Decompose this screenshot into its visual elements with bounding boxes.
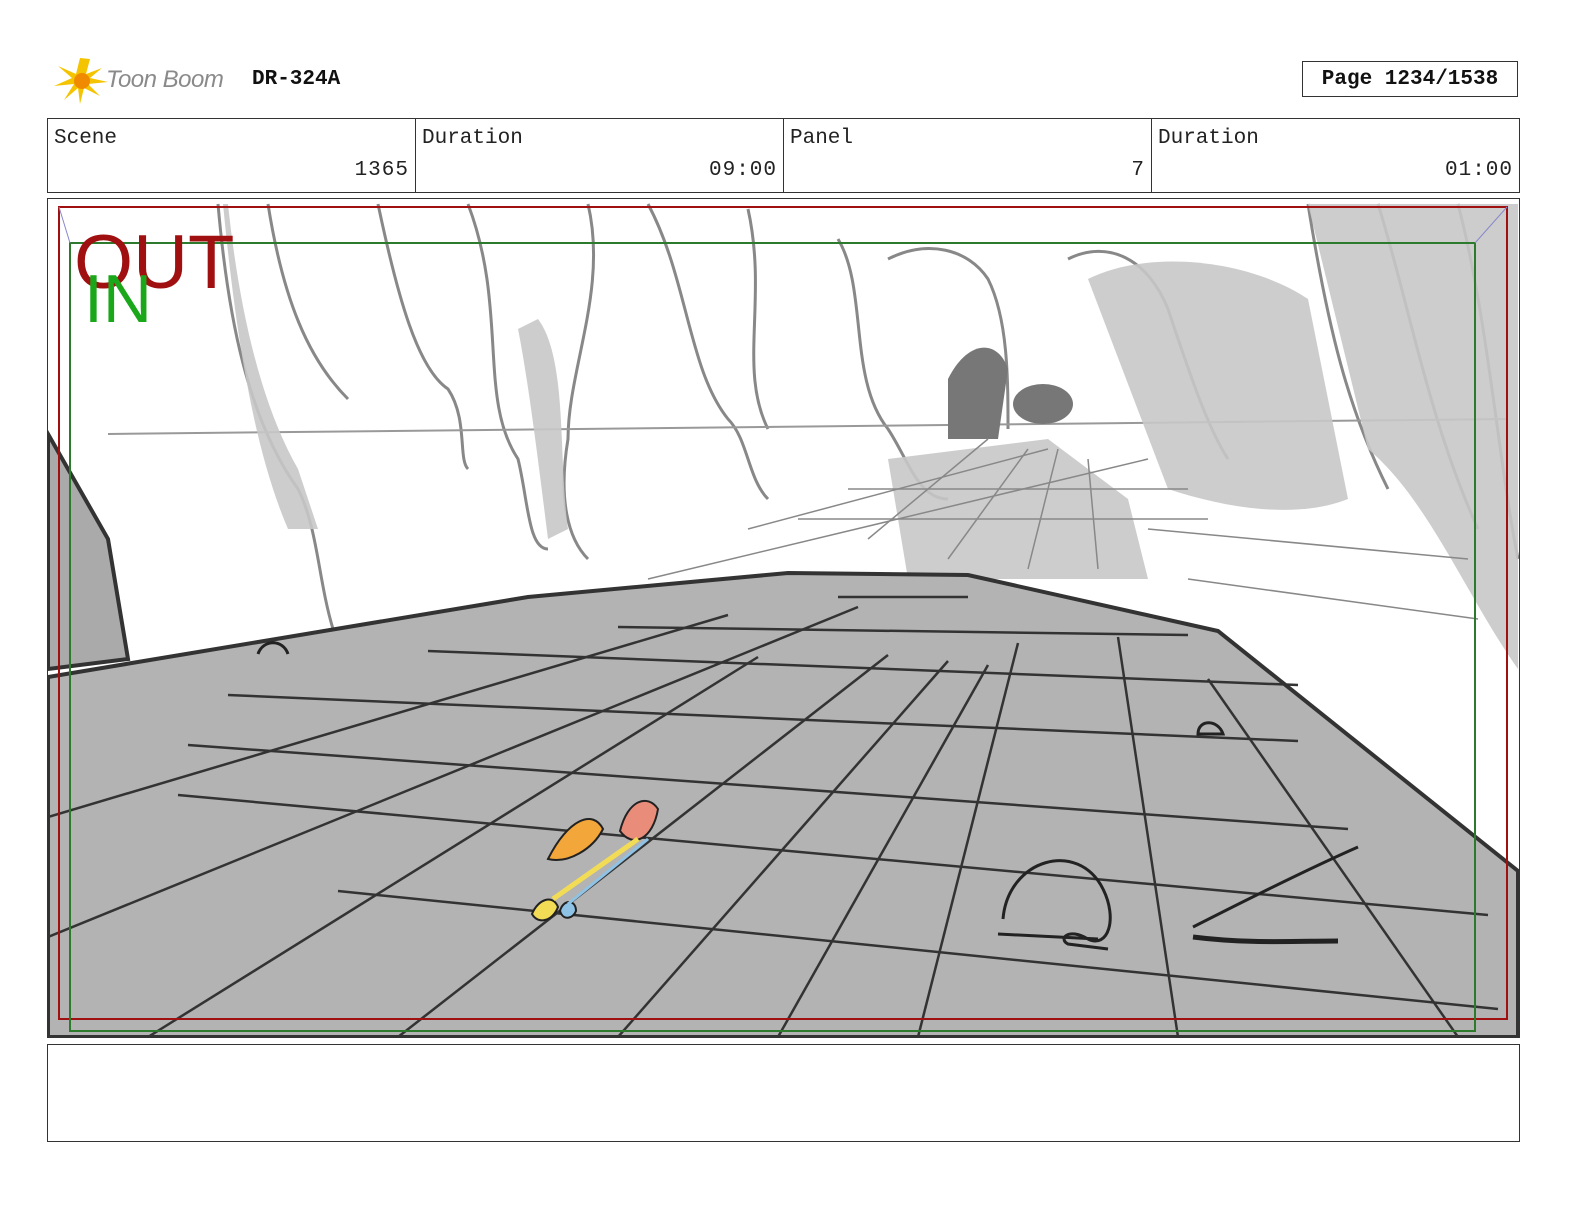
panel-cell: Panel 7 xyxy=(784,119,1152,192)
production-code: DR-324A xyxy=(252,68,341,91)
panel-value: 7 xyxy=(1131,159,1145,182)
panel-sketch xyxy=(48,203,1519,1037)
storyboard-panel: OUT IN xyxy=(47,198,1520,1038)
toon-boom-logo: Toon Boom xyxy=(50,56,250,106)
brand-name: Toon Boom xyxy=(106,66,224,93)
page-counter: Page 1234/1538 xyxy=(1302,61,1518,97)
scene-cell: Scene 1365 xyxy=(48,119,416,192)
panel-duration-cell: Duration 01:00 xyxy=(1152,119,1519,192)
page-header: Toon Boom DR-324A Page 1234/1538 xyxy=(48,56,1520,106)
scene-label: Scene xyxy=(54,127,118,150)
panel-label: Panel xyxy=(790,127,854,150)
starburst-icon xyxy=(54,58,108,104)
scene-duration-value: 09:00 xyxy=(708,159,777,182)
panel-duration-label: Duration xyxy=(1158,127,1259,150)
scene-duration-cell: Duration 09:00 xyxy=(416,119,784,192)
in-frame-label: IN xyxy=(84,261,152,337)
scene-value: 1365 xyxy=(354,159,409,182)
scene-duration-label: Duration xyxy=(422,127,523,150)
panel-duration-value: 01:00 xyxy=(1444,159,1513,182)
scene-info-table: Scene 1365 Duration 09:00 Panel 7 Durati… xyxy=(47,118,1520,193)
panel-notes xyxy=(47,1044,1520,1142)
